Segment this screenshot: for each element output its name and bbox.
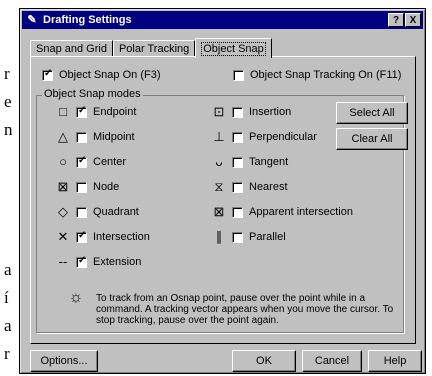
insertion-checkbox[interactable]: Insertion [232, 106, 291, 118]
checkbox-box[interactable] [76, 206, 87, 218]
cancel-button[interactable]: Cancel [302, 350, 362, 372]
checkbox-box[interactable] [76, 105, 87, 118]
node-checkbox[interactable]: Node [76, 181, 119, 193]
extension-marker-icon: ‐‐ [58, 254, 68, 269]
apparent-intersection-checkbox[interactable]: Apparent intersection [232, 206, 353, 218]
page-text-fragment: n [4, 120, 13, 139]
perpendicular-marker-icon: ⊥ [213, 129, 225, 144]
app-icon: ✎ [27, 14, 37, 26]
select-all-button[interactable]: Select All [336, 102, 408, 124]
intersection-checkbox[interactable]: Intersection [76, 230, 150, 243]
page-text-fragment: í [4, 288, 9, 307]
x-marker-icon: ✕ [57, 229, 69, 244]
page-text-fragment: a [4, 316, 12, 335]
tab-strip: Snap and Grid Polar Tracking Object Snap [30, 37, 272, 58]
perpendicular-checkbox[interactable]: Perpendicular [232, 131, 317, 143]
options-button[interactable]: Options... [30, 350, 98, 372]
endpoint-checkbox[interactable]: Endpoint [76, 105, 136, 118]
checkbox-box[interactable] [76, 155, 87, 168]
title-bar: ✎ Drafting Settings ? X [22, 11, 423, 29]
insertion-marker-icon: ⊡ [213, 104, 225, 119]
help-button[interactable]: Help [368, 350, 422, 372]
checkbox-box[interactable] [76, 181, 87, 193]
dialog-title: Drafting Settings [43, 14, 132, 26]
checkbox-box[interactable] [76, 230, 87, 243]
extension-checkbox[interactable]: Extension [76, 255, 141, 268]
page-text-fragment: a [4, 260, 12, 279]
quadrant-checkbox[interactable]: Quadrant [76, 206, 139, 218]
checkbox-box[interactable] [232, 156, 243, 168]
apparent-intersection-marker-icon: ⊠ [213, 204, 225, 219]
parallel-checkbox[interactable]: Parallel [232, 231, 286, 243]
page-text-fragment: r [4, 64, 10, 83]
checkbox-box[interactable] [42, 68, 53, 81]
checkbox-box[interactable] [232, 231, 243, 243]
diamond-marker-icon: ◇ [58, 204, 68, 219]
object-snap-tracking-checkbox[interactable]: Object Snap Tracking On (F11) [233, 69, 401, 81]
tab-polar-tracking[interactable]: Polar Tracking [112, 40, 196, 57]
circle-marker-icon: ○ [59, 154, 67, 169]
drafting-settings-dialog: ✎ Drafting Settings ? X Snap and Grid Po… [19, 8, 426, 374]
nearest-marker-icon: ⧖ [214, 179, 224, 194]
ok-button[interactable]: OK [232, 350, 296, 372]
tangent-checkbox[interactable]: Tangent [232, 156, 288, 168]
checkbox-box[interactable] [232, 106, 243, 118]
center-checkbox[interactable]: Center [76, 155, 126, 168]
parallel-marker-icon: ∥ [215, 229, 223, 244]
close-button[interactable]: X [405, 13, 421, 27]
object-snap-on-checkbox[interactable]: Object Snap On (F3) [42, 68, 161, 81]
checkbox-box[interactable] [76, 131, 87, 143]
tab-snap-and-grid[interactable]: Snap and Grid [30, 40, 113, 57]
midpoint-checkbox[interactable]: Midpoint [76, 131, 135, 143]
tangent-marker-icon: ᴗ [215, 154, 223, 169]
checkbox-box[interactable] [232, 131, 243, 143]
node-marker-icon: ⊠ [57, 179, 69, 194]
checkbox-box[interactable] [76, 255, 87, 268]
help-title-button[interactable]: ? [388, 13, 404, 27]
tracking-tip-text: To track from an Osnap point, pause over… [96, 293, 394, 326]
page-text-fragment: e [4, 92, 12, 111]
tip-bulb-icon: ☼ [68, 289, 84, 306]
checkbox-box[interactable] [233, 69, 244, 81]
triangle-marker-icon: △ [58, 129, 68, 144]
page-text-fragment: r [4, 344, 10, 363]
clear-all-button[interactable]: Clear All [336, 128, 408, 150]
checkbox-box[interactable] [232, 181, 243, 193]
nearest-checkbox[interactable]: Nearest [232, 181, 288, 193]
checkbox-box[interactable] [232, 206, 243, 218]
group-title: Object Snap modes [42, 88, 143, 100]
tab-object-snap[interactable]: Object Snap [195, 38, 272, 58]
square-marker-icon: □ [59, 104, 67, 119]
